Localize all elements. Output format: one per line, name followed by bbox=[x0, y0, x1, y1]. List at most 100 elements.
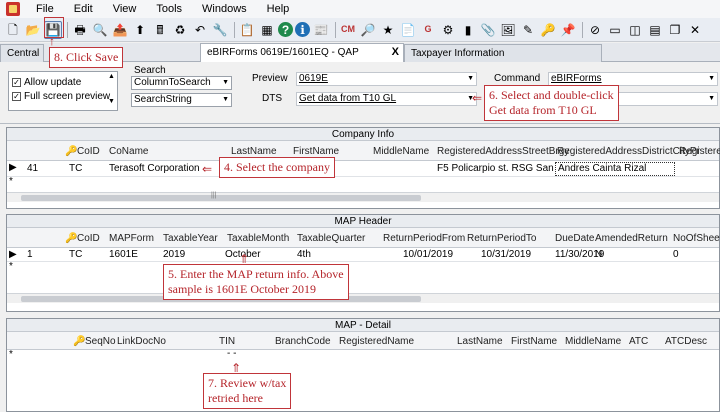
cell-id[interactable]: 41 bbox=[27, 163, 38, 174]
tab-ebirforms[interactable]: eBIRForms 0619E/1601EQ - QAP X bbox=[200, 43, 404, 62]
allow-update-option[interactable]: ✓ Allow update bbox=[12, 76, 114, 88]
help-icon[interactable]: ? bbox=[278, 22, 293, 37]
col-tin[interactable]: TIN bbox=[219, 336, 235, 347]
col-noofsheets[interactable]: NoOfSheets bbox=[673, 233, 720, 244]
menu-help[interactable]: Help bbox=[257, 0, 300, 18]
col-branchcode[interactable]: BranchCode bbox=[275, 336, 331, 347]
cell-coid[interactable]: TC bbox=[69, 163, 82, 174]
col-amendedreturn[interactable]: AmendedReturn bbox=[595, 233, 668, 244]
info-icon[interactable]: ℹ bbox=[295, 22, 310, 37]
allow-update-checkbox[interactable]: ✓ bbox=[12, 77, 21, 87]
image-icon[interactable]: 🖼 bbox=[499, 21, 517, 39]
cell-coname[interactable]: Terasoft Corporation bbox=[109, 163, 200, 174]
col-duedate[interactable]: DueDate bbox=[555, 233, 594, 244]
options-scroll-down-icon[interactable]: ▼ bbox=[108, 98, 115, 105]
menu-view[interactable]: View bbox=[103, 0, 147, 18]
col-seqno[interactable]: SeqNo bbox=[85, 336, 116, 347]
zoom-icon[interactable]: 🔎 bbox=[359, 21, 377, 39]
spreadsheet-icon[interactable]: ▦ bbox=[258, 21, 276, 39]
cell-taxableyear[interactable]: 2019 bbox=[163, 249, 185, 260]
col-middlename[interactable]: MiddleName bbox=[565, 336, 621, 347]
tools-icon[interactable]: 🔧 bbox=[211, 21, 229, 39]
col-coid[interactable]: CoID bbox=[77, 146, 100, 157]
calculator-icon[interactable]: 🖩 bbox=[151, 21, 169, 39]
new-row[interactable]: * bbox=[7, 176, 719, 189]
cell-coid[interactable]: TC bbox=[69, 249, 82, 260]
dts-select[interactable]: Get data from T10 GL ▼ bbox=[296, 92, 477, 106]
table-row[interactable]: ▶ 1 TC 1601E 2019 October 4th 10/01/2019… bbox=[7, 248, 719, 262]
col-firstname[interactable]: FirstName bbox=[511, 336, 557, 347]
settings-icon[interactable]: ⚙ bbox=[439, 21, 457, 39]
print-icon[interactable]: 🖶 bbox=[71, 21, 89, 39]
col-coid[interactable]: CoID bbox=[77, 233, 100, 244]
options-scroll-up-icon[interactable]: ▲ bbox=[108, 73, 115, 80]
cell-returnperiodfrom[interactable]: 10/01/2019 bbox=[403, 249, 453, 260]
table-row[interactable]: ▶ 41 TC Terasoft Corporation F5 Policarp… bbox=[7, 161, 719, 177]
col-lastname[interactable]: LastName bbox=[457, 336, 503, 347]
export-icon[interactable]: 📤 bbox=[111, 21, 129, 39]
col-registered-a[interactable]: RegisteredA bbox=[679, 146, 720, 157]
scrollbar-thumb[interactable] bbox=[21, 192, 421, 201]
cell-street[interactable]: F5 Policarpio st. RSG San bbox=[437, 163, 554, 174]
cell-noofsheets[interactable]: 0 bbox=[673, 249, 679, 260]
cell-amendedreturn[interactable]: N bbox=[595, 249, 602, 260]
col-returnperiodto[interactable]: ReturnPeriodTo bbox=[467, 233, 536, 244]
col-linkdocno[interactable]: LinkDocNo bbox=[117, 336, 166, 347]
split-window-icon[interactable]: ◫ bbox=[626, 21, 644, 39]
menu-windows[interactable]: Windows bbox=[192, 0, 257, 18]
cell-returnperiodto[interactable]: 10/31/2019 bbox=[481, 249, 531, 260]
command-select[interactable]: eBIRForms ▼ bbox=[548, 72, 718, 86]
full-screen-preview-option[interactable]: ✓ Full screen preview bbox=[12, 90, 114, 102]
cell-district[interactable]: Andres Cainta Rizal bbox=[558, 163, 646, 174]
col-registeredname[interactable]: RegisteredName bbox=[339, 336, 414, 347]
new-file-icon[interactable]: 🗋 bbox=[4, 21, 22, 39]
col-lastname[interactable]: LastName bbox=[231, 146, 277, 157]
menu-tools[interactable]: Tools bbox=[146, 0, 192, 18]
stamp-icon[interactable]: ▮ bbox=[459, 21, 477, 39]
tab-central[interactable]: Central bbox=[0, 44, 44, 62]
edit-icon[interactable]: ✎ bbox=[519, 21, 537, 39]
print-preview-icon[interactable]: 🔍 bbox=[91, 21, 109, 39]
cell-id[interactable]: 1 bbox=[27, 249, 33, 260]
g-icon[interactable]: G bbox=[419, 21, 437, 39]
refresh-icon[interactable]: ♻ bbox=[171, 21, 189, 39]
report-icon[interactable]: 📰 bbox=[312, 21, 330, 39]
menu-file[interactable]: File bbox=[26, 0, 64, 18]
full-screen-preview-checkbox[interactable]: ✓ bbox=[12, 91, 21, 101]
new-row[interactable]: * bbox=[7, 261, 719, 274]
col-street[interactable]: RegisteredAddressStreetBrgy bbox=[437, 146, 569, 157]
col-firstname[interactable]: FirstName bbox=[293, 146, 339, 157]
clipboard-icon[interactable]: 📋 bbox=[238, 21, 256, 39]
favorite-icon[interactable]: ★ bbox=[379, 21, 397, 39]
col-taxablequarter[interactable]: TaxableQuarter bbox=[297, 233, 365, 244]
map-header-scrollbar[interactable] bbox=[7, 293, 719, 303]
menu-edit[interactable]: Edit bbox=[64, 0, 103, 18]
col-atc[interactable]: ATC bbox=[629, 336, 648, 347]
col-middlename[interactable]: MiddleName bbox=[373, 146, 429, 157]
document-icon[interactable]: 📄 bbox=[399, 21, 417, 39]
close-tab-icon[interactable]: X bbox=[392, 44, 399, 61]
col-mapform[interactable]: MAPForm bbox=[109, 233, 154, 244]
col-taxableyear[interactable]: TaxableYear bbox=[163, 233, 218, 244]
tab-taxpayer-information[interactable]: Taxpayer Information bbox=[404, 44, 602, 62]
key-icon[interactable]: 🔑 bbox=[539, 21, 557, 39]
company-info-scrollbar[interactable] bbox=[7, 192, 719, 202]
col-taxablemonth[interactable]: TaxableMonth bbox=[227, 233, 289, 244]
col-returnperiodfrom[interactable]: ReturnPeriodFrom bbox=[383, 233, 465, 244]
cancel-icon[interactable]: ⊘ bbox=[586, 21, 604, 39]
cell-mapform[interactable]: 1601E bbox=[109, 249, 138, 260]
cell-tin[interactable]: - - bbox=[227, 348, 236, 359]
open-folder-icon[interactable]: 📂 bbox=[24, 21, 42, 39]
new-row[interactable]: * - - bbox=[7, 348, 719, 363]
cm-icon[interactable]: CM bbox=[339, 21, 357, 39]
preview-select[interactable]: 0619E ▼ bbox=[296, 72, 477, 86]
pin-icon[interactable]: 📌 bbox=[559, 21, 577, 39]
tile-window-icon[interactable]: ▤ bbox=[646, 21, 664, 39]
column-to-search-select[interactable]: ColumnToSearch ▼ bbox=[131, 76, 232, 90]
col-atcdesc[interactable]: ATCDesc bbox=[665, 336, 707, 347]
search-string-select[interactable]: SearchString ▼ bbox=[131, 93, 232, 107]
undo-icon[interactable]: ↶ bbox=[191, 21, 209, 39]
upload-icon[interactable]: ⬆ bbox=[131, 21, 149, 39]
attach-icon[interactable]: 📎 bbox=[479, 21, 497, 39]
close-window-icon[interactable]: ✕ bbox=[686, 21, 704, 39]
